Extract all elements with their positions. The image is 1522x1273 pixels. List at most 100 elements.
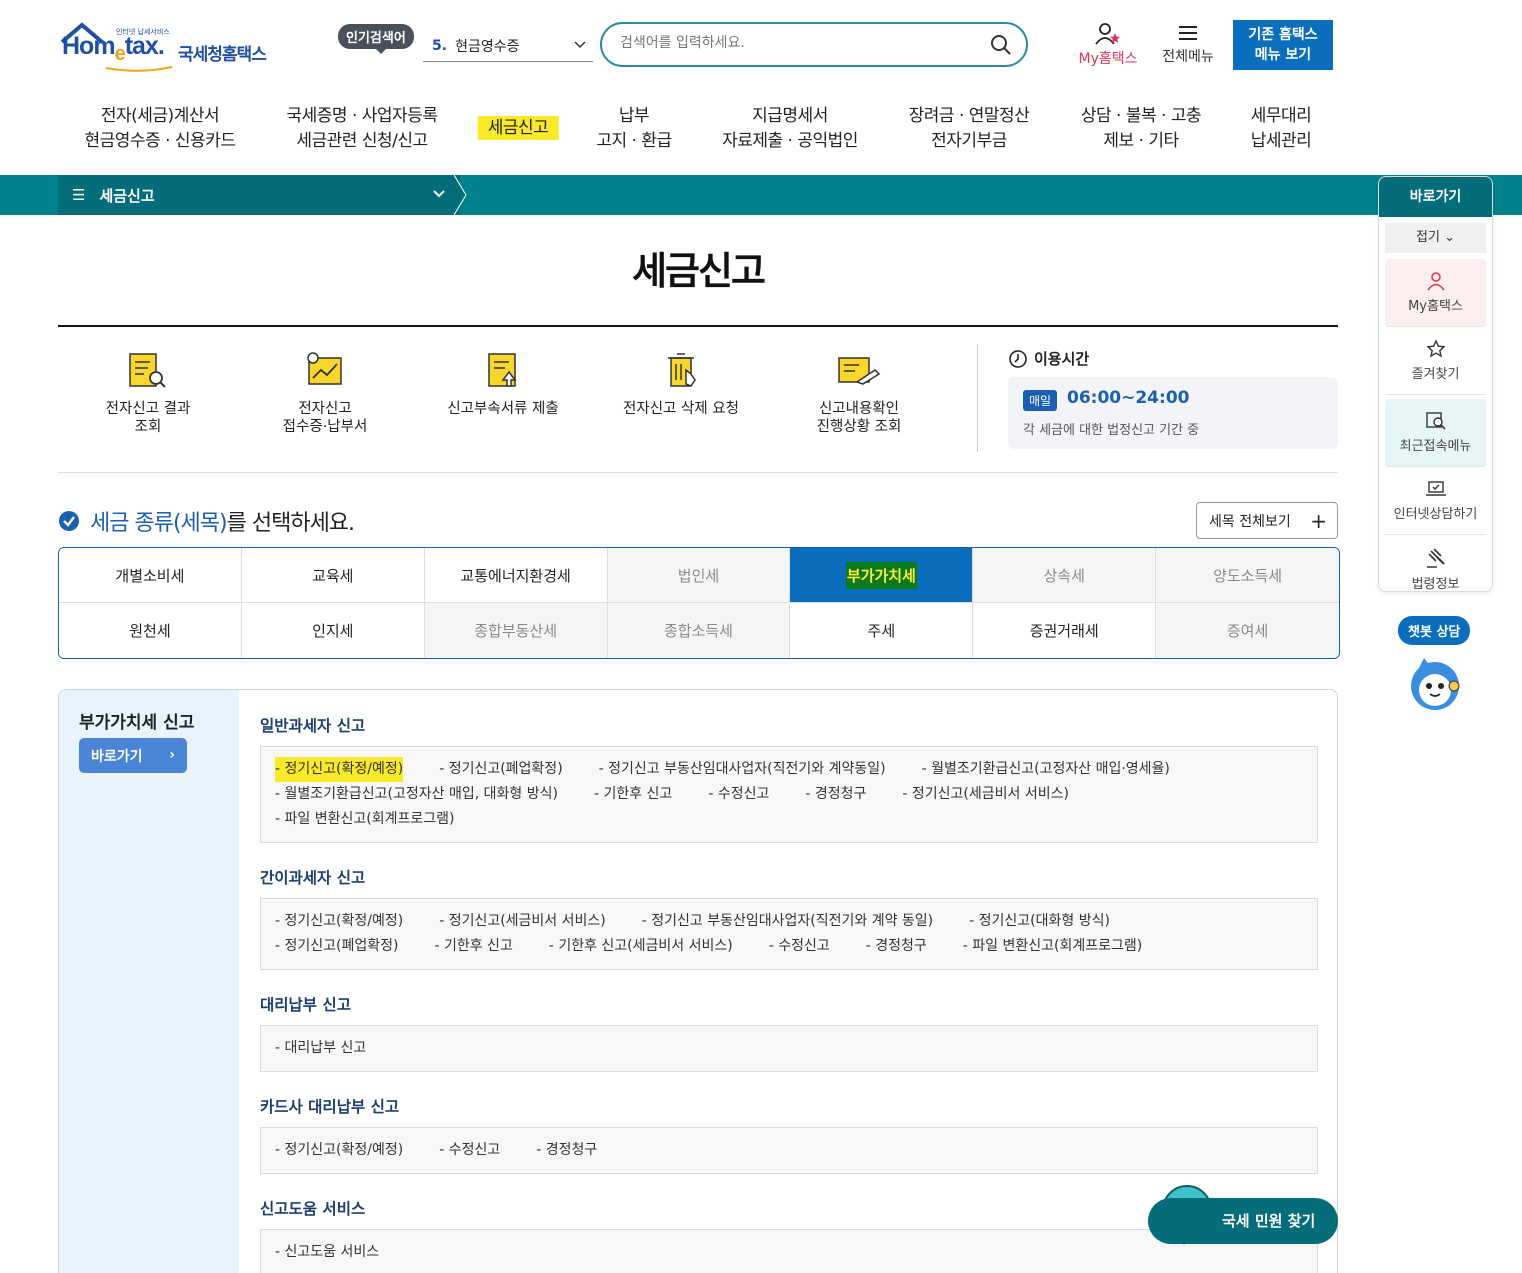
tax-type-cell[interactable]: 교육세	[241, 548, 425, 603]
tax-type-label: 인지세	[312, 622, 354, 640]
report-link[interactable]: - 파일 변환신고(회계프로그램)	[963, 934, 1142, 959]
report-link[interactable]: - 정기신고(대화형 방식)	[969, 909, 1110, 934]
section-title: 일반과세자 신고	[260, 717, 366, 735]
global-nav: 전자(세금)계산서 현금영수증 · 신용카드 국세증명 · 사업자등록 세금관련 신…	[0, 104, 1380, 164]
report-link[interactable]: - 월별조기환급신고(고정자산 매입·영세율)	[922, 757, 1170, 782]
laptop-check-icon	[1425, 481, 1446, 496]
chatbot-label[interactable]: 챗봇 상담	[1398, 616, 1471, 645]
myhometax-button[interactable]: My홈택스	[1072, 22, 1144, 68]
report-link[interactable]: - 정기신고(확정/예정)	[275, 1138, 403, 1163]
clock-icon	[1009, 349, 1027, 368]
quick-link-delete-request[interactable]: 전자신고 삭제 요청	[601, 350, 761, 418]
quick-menu-favorites[interactable]: 즐겨찾기	[1385, 327, 1486, 395]
section-title: 대리납부 신고	[260, 996, 351, 1014]
panel-side-title: 부가가치세 신고	[79, 713, 195, 733]
shortcut-button[interactable]: 바로가기 ›	[79, 738, 187, 773]
vat-report-panel: 부가가치세 신고 바로가기 › 일반과세자 신고 - 정기신고(확정/예정) - 정기…	[58, 689, 1338, 1273]
report-link[interactable]: - 수정신고	[769, 934, 830, 959]
quick-link-receipt[interactable]: 전자신고 접수증·납부서	[245, 350, 405, 436]
quick-link-result[interactable]: 전자신고 결과 조회	[68, 350, 228, 436]
report-link[interactable]: - 정기신고(폐업확정)	[439, 757, 562, 782]
report-link[interactable]: - 수정신고	[439, 1138, 500, 1163]
civil-service-search-button[interactable]: 국세 민원 찾기	[1148, 1198, 1338, 1244]
quick-link-attachments[interactable]: 신고부속서류 제출	[423, 350, 583, 418]
gnb-item-invoice[interactable]: 전자(세금)계산서 현금영수증 · 신용카드	[85, 104, 236, 154]
gnb-item-statements[interactable]: 지급명세서 자료제출 · 공익법인	[722, 104, 858, 154]
tax-type-cell[interactable]: 종합부동산세	[424, 603, 608, 658]
report-link[interactable]: - 정기신고 부동산임대사업자(직전기와 계약동일)	[599, 757, 886, 782]
tax-type-heading: 세금 종류(세목) 를 선택하세요.	[58, 505, 355, 537]
report-link[interactable]: - 월별조기환급신고(고정자산 매입, 대화형 방식)	[275, 782, 558, 807]
document-pen-icon	[838, 357, 881, 385]
breadcrumb-label: 세금신고	[99, 186, 155, 205]
menu-icon: ☰	[72, 186, 86, 204]
document-upload-icon	[488, 353, 517, 387]
page-title: 세금신고	[632, 249, 766, 293]
report-link[interactable]: - 기한후 신고	[594, 782, 672, 807]
gnb-item-incentives[interactable]: 장려금 · 연말정산 전자기부금	[909, 104, 1030, 154]
gnb-item-consult[interactable]: 상담 · 불복 · 고충 제보 · 기타	[1081, 104, 1202, 154]
report-link[interactable]: - 정기신고(확정/예정)	[275, 909, 403, 934]
tax-type-cell[interactable]: 인지세	[241, 603, 425, 658]
quick-menu: 바로가기 접기 ⌄ My홈택스 즐겨찾기 최근접속메뉴 인터넷상담하기 법령정보	[1378, 176, 1493, 592]
search-input[interactable]	[620, 35, 970, 51]
report-link[interactable]: - 정기신고(세금비서 서비스)	[902, 782, 1069, 807]
all-menu-button[interactable]: 전체메뉴	[1156, 22, 1220, 66]
popular-rank: 5.	[432, 37, 448, 54]
recent-search-icon	[1425, 412, 1446, 430]
report-link[interactable]: - 기한후 신고	[434, 934, 512, 959]
quick-menu-online-consult[interactable]: 인터넷상담하기	[1385, 467, 1486, 535]
tax-type-cell[interactable]: 법인세	[607, 548, 791, 603]
old-hometax-button[interactable]: 기존 홈택스 메뉴 보기	[1233, 20, 1333, 70]
search-box[interactable]	[600, 22, 1028, 67]
tax-type-cell[interactable]: 원천세	[59, 603, 242, 658]
popular-search-select[interactable]: 5. 현금영수증	[423, 30, 593, 62]
gnb-item-tax-return[interactable]: 세금신고	[477, 116, 559, 141]
tax-type-cell[interactable]: 부가가치세	[790, 548, 974, 603]
tax-type-cell[interactable]: 주세	[790, 603, 974, 658]
report-link[interactable]: - 파일 변환신고(회계프로그램)	[275, 807, 454, 832]
section-title: 카드사 대리납부 신고	[260, 1098, 400, 1116]
quick-menu-myhometax[interactable]: My홈택스	[1385, 259, 1486, 327]
gnb-item-agent[interactable]: 세무대리 납세관리	[1251, 104, 1312, 154]
fold-button[interactable]: 접기 ⌄	[1385, 223, 1486, 253]
quick-menu-law-info[interactable]: 법령정보	[1385, 535, 1486, 591]
report-link[interactable]: - 수정신고	[708, 782, 769, 807]
section-link-box: - 정기신고(확정/예정) - 정기신고(세금비서 서비스) - 정기신고 부동산임…	[260, 898, 1318, 970]
view-all-taxes-button[interactable]: 세목 전체보기 +	[1196, 502, 1338, 539]
quick-link-progress[interactable]: 신고내용확인 진행상황 조회	[779, 350, 939, 436]
myhometax-label: My홈택스	[1078, 51, 1138, 67]
gnb-item-certificate[interactable]: 국세증명 · 사업자등록 세금관련 신청/신고	[287, 104, 438, 154]
quick-menu-title: 바로가기	[1379, 177, 1492, 217]
report-link[interactable]: - 정기신고(확정/예정)	[275, 757, 404, 782]
old-btn-line2: 메뉴 보기	[1254, 47, 1312, 63]
tax-type-cell[interactable]: 증권거래세	[973, 603, 1157, 658]
plus-icon: +	[1310, 509, 1327, 533]
report-link[interactable]: - 경정청구	[866, 934, 927, 959]
chatbot-mascot-icon[interactable]	[1404, 652, 1466, 714]
document-search-icon	[129, 353, 166, 388]
breadcrumb-dropdown[interactable]: ☰ 세금신고	[58, 175, 460, 215]
tax-type-cell[interactable]: 상속세	[973, 548, 1157, 603]
logo-brand: Hometax.	[62, 32, 165, 65]
tax-type-cell[interactable]: 증여세	[1156, 603, 1339, 658]
report-link[interactable]: - 대리납부 신고	[275, 1036, 366, 1061]
tax-type-cell[interactable]: 교통에너지환경세	[424, 548, 608, 603]
report-link[interactable]: - 정기신고 부동산임대사업자(직전기와 계약 동일)	[642, 909, 933, 934]
tax-type-label: 증여세	[1226, 622, 1269, 640]
report-link[interactable]: - 경정청구	[536, 1138, 597, 1163]
hometax-logo[interactable]: 인터넷 납세서비스 Hometax. 국세청홈택스	[60, 20, 280, 72]
report-link[interactable]: - 정기신고(세금비서 서비스)	[439, 909, 606, 934]
report-link[interactable]: - 정기신고(폐업확정)	[275, 934, 398, 959]
report-link[interactable]: - 경정청구	[805, 782, 866, 807]
quick-menu-recent[interactable]: 최근접속메뉴	[1385, 399, 1486, 467]
hamburger-icon	[1179, 26, 1197, 40]
tax-type-cell[interactable]: 양도소득세	[1156, 548, 1339, 603]
report-link[interactable]: - 신고도움 서비스	[275, 1240, 379, 1265]
tax-type-cell[interactable]: 종합소득세	[607, 603, 791, 658]
report-link[interactable]: - 기한후 신고(세금비서 서비스)	[549, 934, 733, 959]
tax-type-cell[interactable]: 개별소비세	[59, 548, 242, 603]
breadcrumb-separator	[454, 175, 467, 215]
gnb-item-payment[interactable]: 납부 고지 · 환급	[596, 104, 672, 154]
search-icon[interactable]	[990, 34, 1012, 56]
